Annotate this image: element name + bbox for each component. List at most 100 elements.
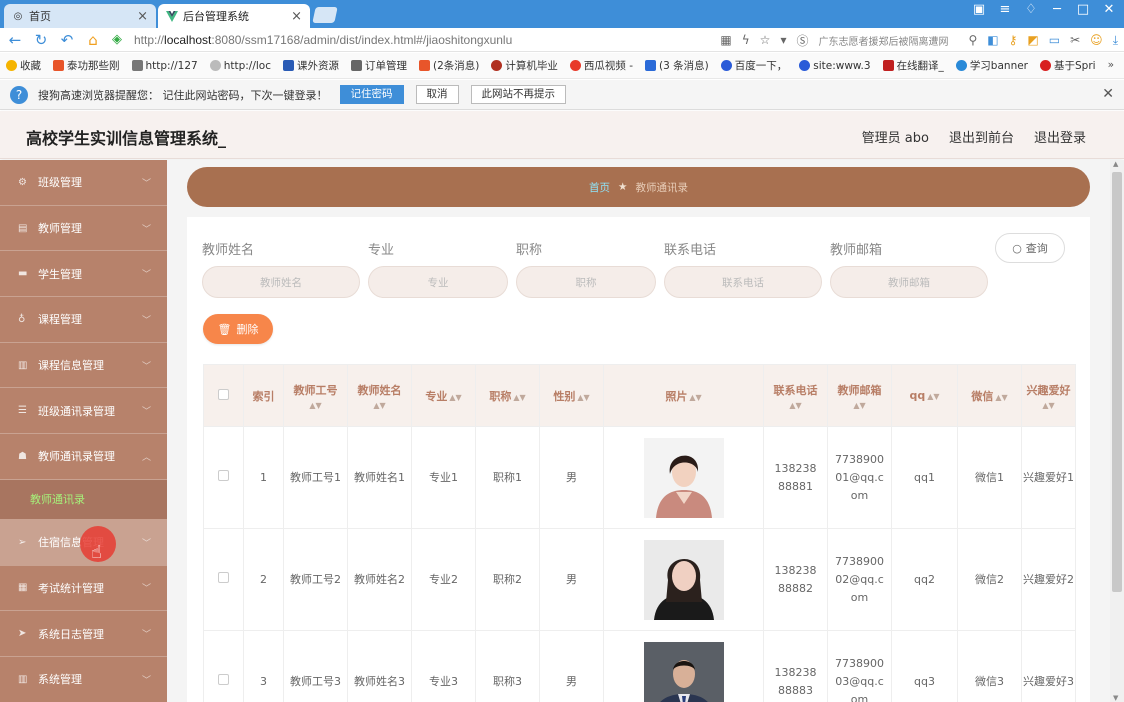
scroll-up-icon[interactable]: ▲ [1113,160,1118,168]
row-checkbox[interactable] [218,469,229,481]
select-all-checkbox[interactable] [218,388,229,400]
column-header-hobby[interactable]: 兴趣爱好 ▲▼ [1021,364,1076,427]
remember-password-button[interactable]: 记住密码 [339,85,404,104]
bookmark-item[interactable]: 泰功那些刚 [53,58,120,73]
menu-icon[interactable]: ≡ [998,2,1012,17]
bookmark-item[interactable]: http://loc [209,60,271,72]
row-checkbox[interactable] [218,571,229,583]
major-input[interactable]: 专业 [368,266,508,298]
bookmark-item[interactable]: 订单管理 [351,58,407,73]
delete-button[interactable]: 🗑︎ 删除 [203,314,273,344]
column-header-name[interactable]: 教师姓名 ▲▼ [347,364,412,427]
email-input[interactable]: 教师邮箱 [830,266,988,298]
sort-icon[interactable]: ▲▼ [577,393,589,402]
column-header-gender[interactable]: 性别 ▲▼ [539,364,604,427]
sidebar-item-student[interactable]: ▬ 学生管理 ﹀ [0,251,167,298]
close-window-icon[interactable]: ✕ [1102,2,1116,17]
sidebar-toggle-icon[interactable]: ▣ [972,2,986,17]
sidebar-item-course-info[interactable]: ▥ 课程信息管理 ﹀ [0,343,167,389]
bookmark-item[interactable]: 百度一下， [720,58,787,73]
sort-icon[interactable]: ▲▼ [513,393,525,402]
lightning-icon[interactable]: ϟ [742,33,750,47]
bookmark-item[interactable]: 基于Spri [1040,58,1096,73]
row-select-cell[interactable] [203,426,244,529]
star-icon[interactable]: ☆ [760,33,771,47]
scroll-down-icon[interactable]: ▼ [1113,694,1118,702]
address-hint[interactable]: 广东志愿者援郑后被隔离遭网 [818,33,958,48]
bookmark-item[interactable]: 西瓜视频 - [569,58,633,73]
row-select-cell[interactable] [203,528,244,631]
bookmark-item[interactable]: (3 条消息) [645,58,709,73]
sort-icon[interactable]: ▲▼ [927,392,939,401]
close-icon[interactable]: × [137,9,148,24]
column-header-gonghao[interactable]: 教师工号 ▲▼ [283,364,348,427]
sidebar-item-system[interactable]: ▥ 系统管理 ﹀ [0,657,167,702]
refresh-icon[interactable]: ↻ [30,31,52,49]
sort-icon[interactable]: ▲▼ [449,393,461,402]
phone-input[interactable]: 联系电话 [664,266,822,298]
scissors-icon[interactable]: ✂ [1070,33,1080,47]
sort-icon[interactable]: ▲▼ [348,401,411,410]
bookmark-item[interactable]: 课外资源 [283,58,339,73]
column-header-major[interactable]: 专业 ▲▼ [411,364,476,427]
bookmark-item[interactable]: site:www.3 [799,60,871,72]
bookmark-item[interactable]: 计算机毕业 [491,58,558,73]
bookmark-item[interactable]: 在线翻译_ [882,58,944,73]
sort-icon[interactable]: ▲▼ [764,401,827,410]
sidebar-item-course[interactable]: ♁ 课程管理 ﹀ [0,297,167,343]
row-select-cell[interactable] [203,630,244,702]
maximize-icon[interactable]: □ [1076,2,1090,17]
bookmark-item[interactable]: (2条消息) [419,58,479,73]
qr-icon[interactable]: ▦ [720,33,731,47]
browser-tab-admin[interactable]: 后台管理系统 × [158,4,310,28]
column-header-qq[interactable]: qq ▲▼ [891,364,958,427]
dropdown-icon[interactable]: ▾ [780,33,786,47]
download-icon[interactable]: ⤓ [1113,33,1118,48]
sort-icon[interactable]: ▲▼ [284,401,347,410]
sidebar-item-teacher-contacts[interactable]: ☗ 教师通讯录管理 ︿ [0,434,167,480]
close-icon[interactable]: ✕ [1102,86,1114,102]
sidebar-item-syslog[interactable]: ➤ 系统日志管理 ﹀ [0,611,167,657]
sidebar-item-teacher[interactable]: ▤ 教师管理 ﹀ [0,206,167,252]
browser-tab-home[interactable]: ◎ 首页 × [4,4,156,28]
sidebar-subitem-teacher-contacts[interactable]: 教师通讯录 [0,479,167,520]
query-button[interactable]: ○ 查询 [995,233,1065,263]
smile-icon[interactable]: ☺ [1090,33,1103,47]
translate-icon[interactable]: ◧ [987,33,998,47]
more-bookmarks-icon[interactable]: » [1108,59,1114,71]
sort-icon[interactable]: ▲▼ [689,393,701,402]
vertical-scrollbar[interactable]: ▲ ▼ [1110,160,1124,702]
cancel-button[interactable]: 取消 [415,85,459,104]
table-row[interactable]: 2 教师工号2 教师姓名2 专业2 职称2 男 13823888882 7738… [203,528,1076,631]
row-checkbox[interactable] [218,673,229,685]
minimize-icon[interactable]: ─ [1050,2,1064,17]
table-row[interactable]: 1 教师工号1 教师姓名1 专业1 职称1 男 13823888881 7738… [203,426,1076,529]
skin-icon[interactable]: ♢ [1024,2,1038,17]
scrollbar-thumb[interactable] [1112,172,1122,592]
back-to-front-link[interactable]: 退出到前台 [949,127,1014,146]
breadcrumb-home[interactable]: 首页 [589,180,610,195]
logout-link[interactable]: 退出登录 [1034,127,1086,146]
column-header-email[interactable]: 教师邮箱 ▲▼ [827,364,892,427]
back-icon[interactable]: ← [4,31,26,49]
never-prompt-button[interactable]: 此网站不再提示 [470,85,566,104]
sort-icon[interactable]: ▲▼ [995,393,1007,402]
sort-icon[interactable]: ▲▼ [828,401,891,410]
undo-icon[interactable]: ↶ [56,31,78,49]
sidebar-item-class-contacts[interactable]: ☰ 班级通讯录管理 ﹀ [0,388,167,435]
sort-icon[interactable]: ▲▼ [1022,401,1075,410]
select-all-cell[interactable] [203,364,244,427]
column-header-photo[interactable]: 照片 ▲▼ [603,364,764,427]
title-input[interactable]: 职称 [516,266,656,298]
sidebar-item-exam[interactable]: ▦ 考试统计管理 ﹀ [0,566,167,612]
table-row[interactable]: 3 教师工号3 教师姓名3 专业3 职称3 男 13823888883 7738… [203,630,1076,702]
key-icon[interactable]: ⚷ [1009,33,1018,47]
bookmark-item[interactable]: 学习banner [955,58,1028,73]
bookmark-item[interactable]: http://127 [131,60,198,72]
column-header-title[interactable]: 职称 ▲▼ [475,364,540,427]
search-icon[interactable]: ⚲ [968,33,977,47]
close-icon[interactable]: × [291,9,302,24]
teacher-name-input[interactable]: 教师姓名 [202,266,360,298]
home-icon[interactable]: ⌂ [82,31,104,49]
sidebar-item-class[interactable]: ⚙ 班级管理 ﹀ [0,160,167,206]
